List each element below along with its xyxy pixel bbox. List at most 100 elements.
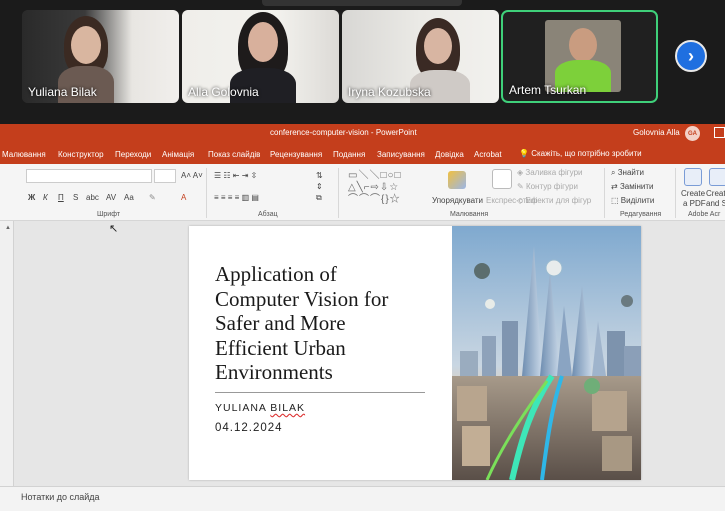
scroll-up-icon[interactable]: ▲ (5, 225, 11, 231)
replace-icon: ⇄ (611, 182, 620, 191)
ribbon-separator (338, 168, 339, 218)
video-participants-strip: Yuliana Bilak Alla Golovnia Iryna Kozubs… (0, 0, 725, 124)
restore-window-icon[interactable] (714, 127, 725, 138)
video-person-face (248, 22, 278, 62)
tab-review[interactable]: Рецензування (270, 150, 322, 159)
smartart-icon[interactable]: ⧉ (316, 193, 322, 203)
smart-city-image[interactable] (452, 226, 641, 480)
replace-button[interactable]: ⇄ Замінити (611, 182, 654, 191)
participant-name: Alla Golovnia (188, 85, 259, 99)
search-icon: ⌕ (611, 168, 618, 177)
participant-tile-active-speaker[interactable]: Artem Tsurkan (501, 10, 658, 103)
avatar[interactable]: GA (685, 126, 700, 141)
lightbulb-icon: 💡 (519, 149, 532, 158)
slide-title-line: Safer and More (215, 311, 346, 335)
drone-icon (621, 295, 633, 307)
shapes-gallery[interactable]: ▭＼＼□○□ △╲⌐⇨⇩☆ ⌒⌒⌒{}☆ (348, 170, 418, 208)
slide[interactable]: Application of Computer Vision for Safer… (189, 226, 641, 480)
arrange-icon[interactable] (448, 171, 466, 189)
highlight-icon[interactable]: ✎ (149, 193, 156, 202)
acrobat-group-label: Adobe Acr (688, 211, 721, 218)
video-person-face (71, 26, 101, 64)
video-person-face (424, 28, 452, 64)
font-group-label: Шрифт (97, 211, 121, 218)
create-pdf-label-2[interactable]: a PDF (683, 199, 706, 208)
slide-title-line: Application of (215, 262, 337, 286)
tab-recording[interactable]: Записування (377, 150, 425, 159)
ribbon: A˄ A˅ Ж К П S abc AV Aa ✎ A Шрифт ☰ ☷ ⇤ … (0, 164, 725, 221)
participant-tile[interactable]: Yuliana Bilak (22, 10, 179, 103)
paragraph-group-label: Абзац (258, 211, 278, 218)
tab-transitions[interactable]: Переходи (115, 150, 151, 159)
find-button[interactable]: ⌕ Знайти (611, 168, 644, 178)
ribbon-separator (206, 168, 207, 218)
slide-title[interactable]: Application of Computer Vision for Safer… (215, 262, 450, 385)
spacing-icon[interactable]: AV (106, 193, 116, 202)
next-participants-button[interactable]: › (675, 40, 707, 72)
create-share-label-2[interactable]: and S (706, 199, 725, 208)
bold-icon[interactable]: Ж (28, 193, 35, 202)
participant-name: Artem Tsurkan (509, 83, 587, 97)
user-name[interactable]: Golovnia Alla (633, 128, 680, 137)
tab-acrobat[interactable]: Acrobat (474, 150, 502, 159)
drone-icon (485, 299, 495, 309)
ribbon-separator (604, 168, 605, 218)
chevron-right-icon: › (688, 45, 694, 66)
tab-animations[interactable]: Анімація (162, 150, 194, 159)
tab-help[interactable]: Довідка (435, 150, 464, 159)
font-size-select[interactable] (154, 169, 176, 183)
slide-title-line: Computer Vision for (215, 286, 389, 311)
notes-label: Нотатки до слайда (21, 492, 100, 502)
tab-draw[interactable]: Малювання (2, 150, 46, 159)
quick-styles-icon[interactable] (492, 169, 512, 189)
author-last-name: BILAK (270, 402, 306, 414)
select-button[interactable]: ⬚ Виділити (611, 196, 654, 205)
ribbon-tabs: Малювання Конструктор Переходи Анімація … (0, 144, 725, 164)
slide-date[interactable]: 04.12.2024 (215, 422, 283, 434)
pen-icon: ✎ (517, 182, 526, 191)
editing-group-label: Редагування (620, 211, 662, 218)
screen: Yuliana Bilak Alla Golovnia Iryna Kozubs… (0, 0, 725, 511)
slide-title-line: Environments (215, 360, 333, 384)
slide-title-line: Efficient Urban (215, 335, 346, 360)
participant-tile[interactable]: Alla Golovnia (182, 10, 339, 103)
font-name-select[interactable] (26, 169, 152, 183)
drone-icon (474, 263, 490, 279)
shape-effects-button[interactable]: ◇ Ефекти для фігур (517, 196, 591, 205)
shadow-icon[interactable]: S (73, 193, 78, 202)
create-share-icon[interactable] (709, 168, 725, 186)
tell-me-search[interactable]: 💡 Скажіть, що потрібно зробити (519, 149, 642, 158)
shape-outline-button[interactable]: ✎ Контур фігури (517, 182, 578, 191)
slide-divider (215, 392, 425, 393)
author-first-name: YULIANA (215, 402, 267, 414)
notes-pane[interactable]: Нотатки до слайда (0, 486, 725, 511)
font-color-icon[interactable]: A (181, 193, 186, 202)
tab-slideshow[interactable]: Показ слайдів (208, 150, 260, 159)
participant-name: Iryna Kozubska (348, 85, 431, 99)
thumbnail-pane[interactable]: ▲ (0, 221, 14, 486)
underline-icon[interactable]: П (58, 193, 64, 202)
meeting-top-bar (262, 0, 462, 6)
select-icon: ⬚ (611, 196, 621, 205)
tab-view[interactable]: Подання (333, 150, 365, 159)
participant-name: Yuliana Bilak (28, 85, 97, 99)
create-pdf-icon[interactable] (684, 168, 702, 186)
align-text-icon[interactable]: ⇕ (316, 182, 323, 191)
increase-font-icon[interactable]: A˄ A˅ (181, 171, 203, 180)
create-share-label-1[interactable]: Creat (706, 189, 725, 198)
strikethrough-icon[interactable]: abc (86, 193, 99, 202)
shape-fill-button[interactable]: ◈ Заливка фігури (517, 168, 583, 177)
italic-icon[interactable]: К (43, 193, 48, 202)
change-case-icon[interactable]: Aa (124, 193, 134, 202)
ribbon-separator (675, 168, 676, 218)
drawing-group-label: Малювання (450, 211, 489, 218)
participant-tile[interactable]: Iryna Kozubska (342, 10, 499, 103)
align-icons[interactable]: ≡ ≡ ≡ ≡ ▥ ▤ (214, 193, 259, 202)
text-direction-icon[interactable]: ⇅ (316, 171, 323, 180)
create-pdf-label-1[interactable]: Create (681, 189, 705, 198)
slide-author[interactable]: YULIANA BILAK (215, 402, 305, 414)
bullets-icon[interactable]: ☰ ☷ ⇤ ⇥ ⇳ (214, 171, 257, 180)
document-title: conference-computer-vision - PowerPoint (270, 128, 417, 137)
arrange-button[interactable]: Упорядкувати (432, 196, 483, 205)
tab-design[interactable]: Конструктор (58, 150, 104, 159)
